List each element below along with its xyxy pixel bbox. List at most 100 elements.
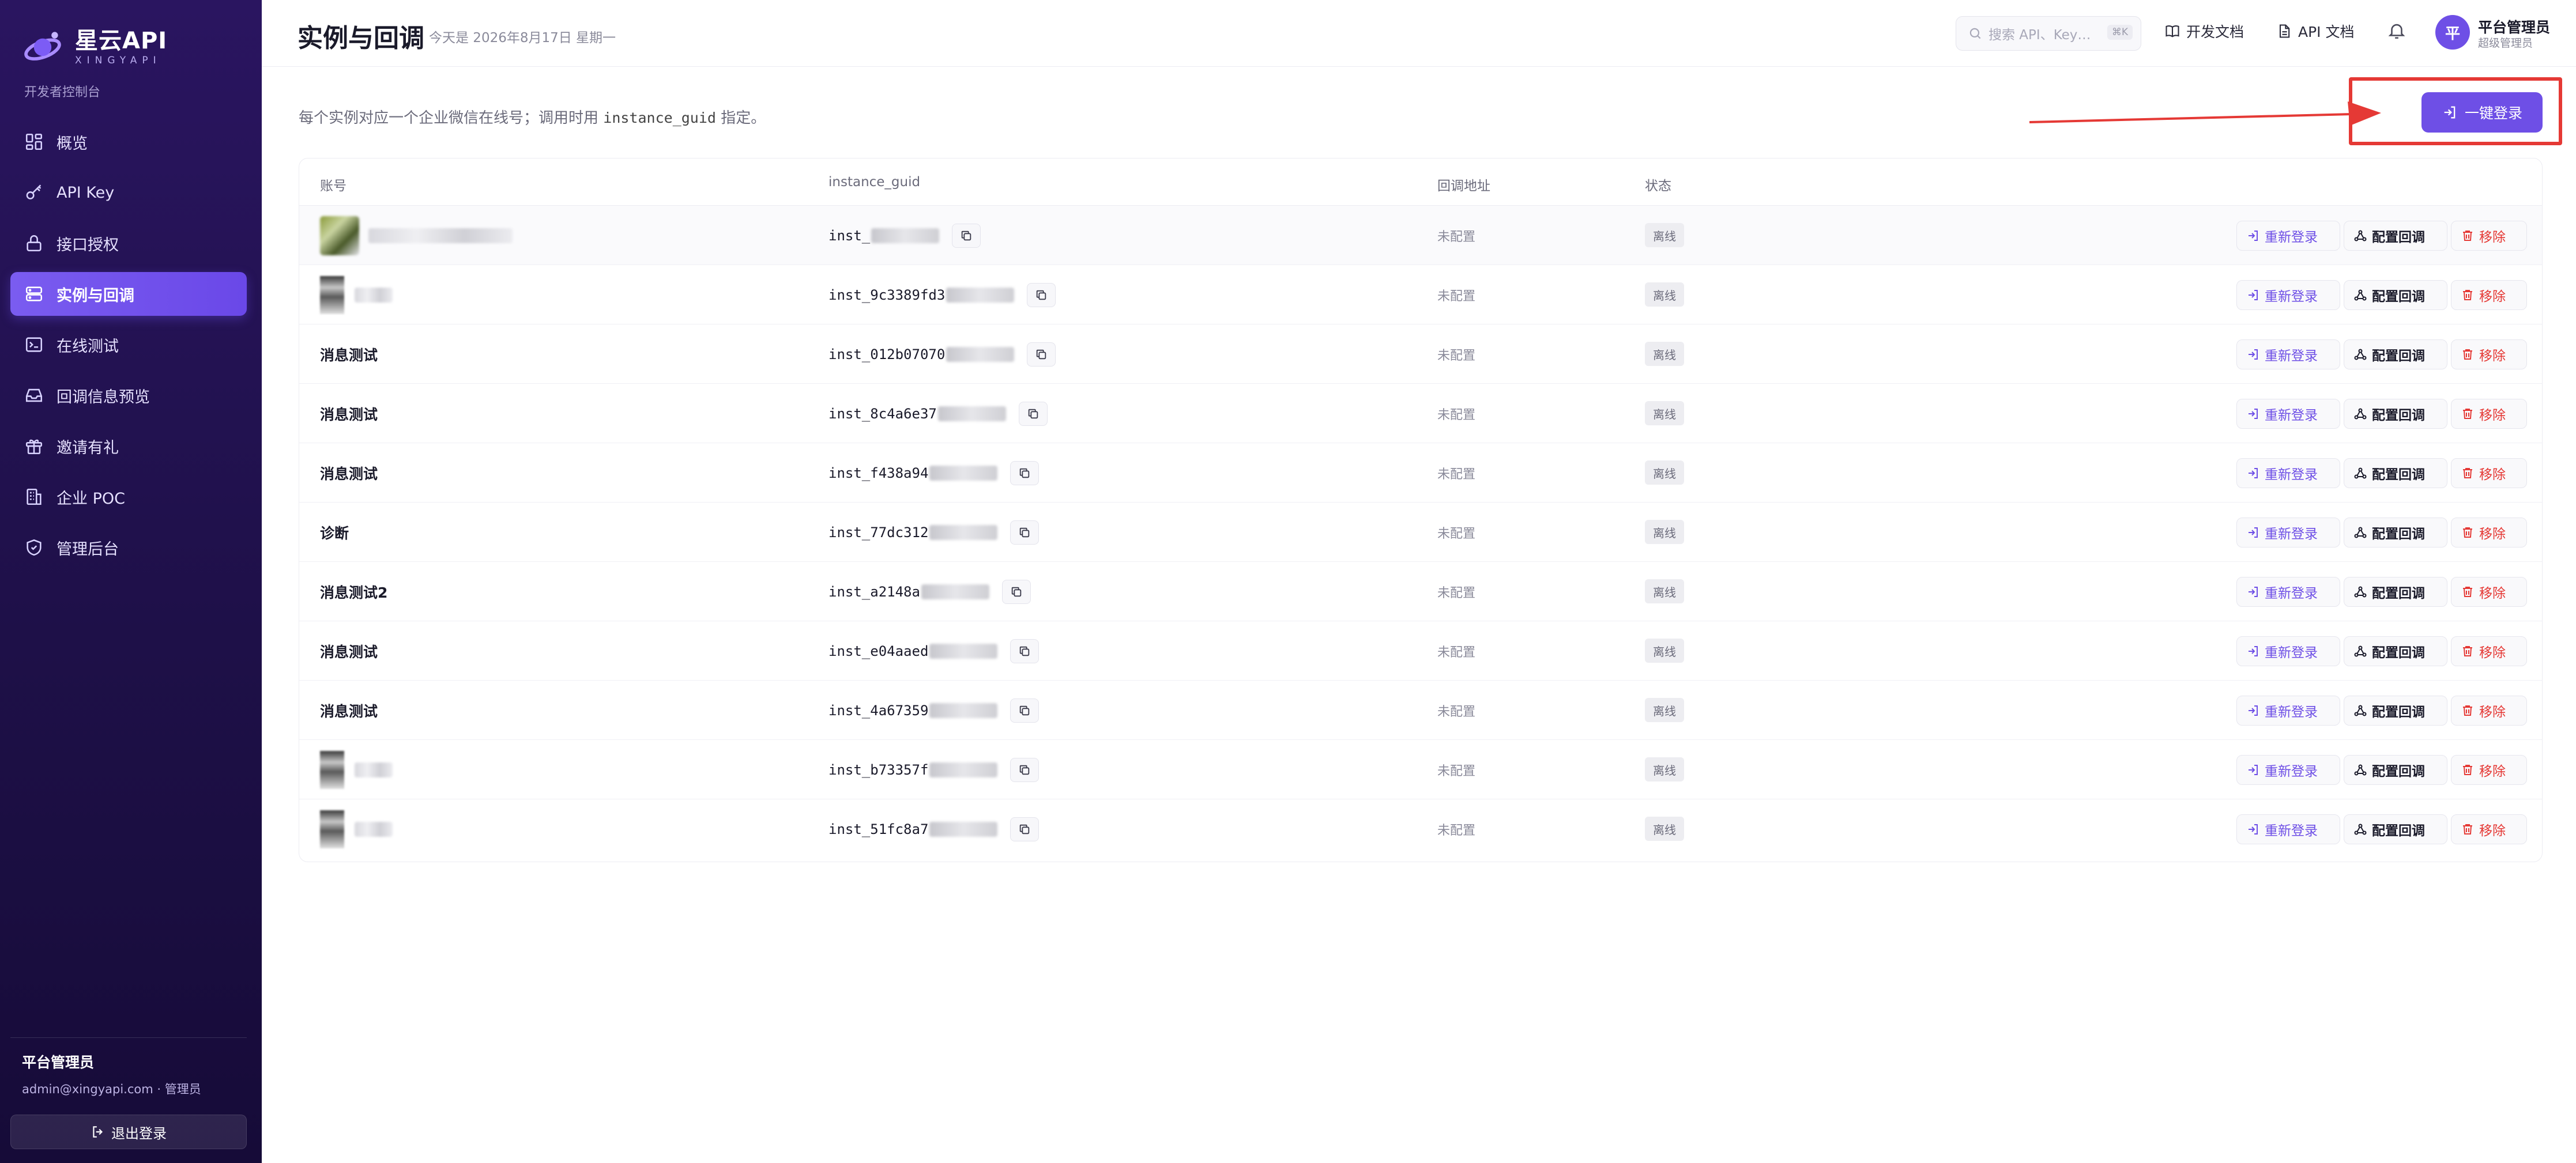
configure-callback-label: 配置回调 bbox=[2372, 645, 2425, 660]
callback-url: 未配置 bbox=[1437, 229, 1476, 244]
guid-redacted bbox=[929, 643, 998, 659]
sidebar: 星云API XINGYAPI 开发者控制台 概览 API Key 接口授权 实例… bbox=[0, 0, 262, 1163]
configure-callback-button[interactable]: 配置回调 bbox=[2344, 339, 2447, 369]
remove-button[interactable]: 移除 bbox=[2451, 577, 2527, 607]
search-shortcut: ⌘K bbox=[2107, 25, 2133, 40]
guid-cell: inst_9c3389fd3 bbox=[828, 265, 1056, 324]
dev-docs-link[interactable]: 开发文档 bbox=[2164, 21, 2244, 41]
copy-guid-button[interactable] bbox=[1018, 401, 1048, 426]
sidebar-item-overview[interactable]: 概览 bbox=[10, 120, 247, 164]
sidebar-item-online-test[interactable]: 在线测试 bbox=[10, 323, 247, 367]
remove-label: 移除 bbox=[2479, 586, 2506, 601]
table-row: 消息测试 inst_e04aaed 未配置 离线 重新登录 配置回调 移除 bbox=[299, 621, 2542, 681]
copy-guid-button[interactable] bbox=[952, 223, 981, 248]
search-input[interactable]: 搜索 API、Key… ⌘K bbox=[1956, 16, 2141, 51]
copy-guid-button[interactable] bbox=[1001, 579, 1031, 604]
copy-guid-button[interactable] bbox=[1010, 817, 1040, 841]
sidebar-item-enterprise-poc[interactable]: 企业 POC bbox=[10, 475, 247, 519]
configure-callback-button[interactable]: 配置回调 bbox=[2344, 518, 2447, 547]
copy-guid-button[interactable] bbox=[1010, 757, 1040, 782]
one-click-login-button[interactable]: 一键登录 bbox=[2421, 92, 2543, 133]
status-badge: 离线 bbox=[1645, 579, 1684, 603]
instances-table: 账号 instance_guid 回调地址 状态 inst_ 未配置 离线 重新… bbox=[299, 158, 2543, 862]
logout-button[interactable]: 退出登录 bbox=[10, 1115, 247, 1149]
account-cell bbox=[320, 740, 393, 799]
configure-callback-button[interactable]: 配置回调 bbox=[2344, 399, 2447, 429]
remove-button[interactable]: 移除 bbox=[2451, 636, 2527, 666]
copy-guid-button[interactable] bbox=[1027, 282, 1056, 307]
building-icon bbox=[27, 488, 42, 505]
bell-icon[interactable] bbox=[2387, 21, 2406, 40]
remove-label: 移除 bbox=[2479, 824, 2506, 839]
status-badge: 离线 bbox=[1645, 223, 1684, 247]
relogin-button[interactable]: 重新登录 bbox=[2236, 518, 2340, 547]
table-header: 账号 instance_guid 回调地址 状态 bbox=[299, 158, 2542, 206]
configure-callback-button[interactable]: 配置回调 bbox=[2344, 221, 2447, 251]
configure-callback-button[interactable]: 配置回调 bbox=[2344, 814, 2447, 844]
login-icon bbox=[2249, 824, 2258, 835]
relogin-button[interactable]: 重新登录 bbox=[2236, 399, 2340, 429]
sidebar-item-label: API Key bbox=[57, 183, 115, 202]
table-row: 消息测试 inst_f438a94 未配置 离线 重新登录 配置回调 移除 bbox=[299, 443, 2542, 503]
relogin-button[interactable]: 重新登录 bbox=[2236, 696, 2340, 726]
remove-button[interactable]: 移除 bbox=[2451, 518, 2527, 547]
remove-button[interactable]: 移除 bbox=[2451, 399, 2527, 429]
remove-button[interactable]: 移除 bbox=[2451, 458, 2527, 488]
sidebar-item-auth[interactable]: 接口授权 bbox=[10, 221, 247, 265]
guid-redacted bbox=[937, 406, 1006, 421]
account-cell bbox=[320, 799, 393, 859]
copy-guid-button[interactable] bbox=[1010, 520, 1040, 545]
login-icon bbox=[2249, 646, 2258, 656]
header-user-name: 平台管理员 bbox=[2478, 19, 2551, 36]
copy-guid-button[interactable] bbox=[1027, 342, 1056, 367]
relogin-button[interactable]: 重新登录 bbox=[2236, 221, 2340, 251]
copy-guid-button[interactable] bbox=[1010, 460, 1040, 485]
remove-label: 移除 bbox=[2479, 705, 2506, 720]
copy-icon bbox=[1037, 290, 1046, 300]
sidebar-item-callback-preview[interactable]: 回调信息预览 bbox=[10, 373, 247, 417]
relogin-button[interactable]: 重新登录 bbox=[2236, 814, 2340, 844]
sidebar-item-admin[interactable]: 管理后台 bbox=[10, 526, 247, 569]
status-badge: 离线 bbox=[1645, 401, 1684, 425]
relogin-button[interactable]: 重新登录 bbox=[2236, 458, 2340, 488]
relogin-label: 重新登录 bbox=[2265, 289, 2318, 304]
book-icon bbox=[2166, 25, 2179, 37]
configure-callback-label: 配置回调 bbox=[2372, 467, 2425, 482]
relogin-button[interactable]: 重新登录 bbox=[2236, 339, 2340, 369]
remove-button[interactable]: 移除 bbox=[2451, 221, 2527, 251]
configure-callback-label: 配置回调 bbox=[2372, 349, 2425, 364]
guid-redacted bbox=[929, 703, 998, 718]
account-avatar-redacted bbox=[320, 810, 344, 848]
trash-icon bbox=[2463, 527, 2472, 538]
configure-callback-button[interactable]: 配置回调 bbox=[2344, 280, 2447, 310]
configure-callback-button[interactable]: 配置回调 bbox=[2344, 577, 2447, 607]
sidebar-item-instances[interactable]: 实例与回调 bbox=[10, 272, 247, 316]
remove-button[interactable]: 移除 bbox=[2451, 280, 2527, 310]
configure-callback-button[interactable]: 配置回调 bbox=[2344, 755, 2447, 785]
sidebar-item-invite[interactable]: 邀请有礼 bbox=[10, 424, 247, 468]
trash-icon bbox=[2463, 705, 2472, 716]
remove-button[interactable]: 移除 bbox=[2451, 696, 2527, 726]
instance-guid: inst_a2148a bbox=[828, 583, 920, 600]
relogin-label: 重新登录 bbox=[2265, 764, 2318, 779]
copy-icon bbox=[962, 231, 971, 240]
relogin-button[interactable]: 重新登录 bbox=[2236, 636, 2340, 666]
copy-guid-button[interactable] bbox=[1010, 639, 1040, 663]
column-header-callback: 回调地址 bbox=[1437, 179, 1490, 194]
sidebar-item-api-key[interactable]: API Key bbox=[10, 171, 247, 214]
relogin-button[interactable]: 重新登录 bbox=[2236, 280, 2340, 310]
configure-callback-button[interactable]: 配置回调 bbox=[2344, 696, 2447, 726]
remove-button[interactable]: 移除 bbox=[2451, 755, 2527, 785]
configure-callback-button[interactable]: 配置回调 bbox=[2344, 636, 2447, 666]
api-docs-link[interactable]: API 文档 bbox=[2276, 21, 2355, 41]
configure-callback-button[interactable]: 配置回调 bbox=[2344, 458, 2447, 488]
status-badge: 离线 bbox=[1645, 698, 1684, 722]
relogin-button[interactable]: 重新登录 bbox=[2236, 577, 2340, 607]
brand[interactable]: 星云API XINGYAPI bbox=[21, 25, 167, 69]
remove-button[interactable]: 移除 bbox=[2451, 814, 2527, 844]
avatar[interactable]: 平 bbox=[2435, 15, 2470, 50]
remove-button[interactable]: 移除 bbox=[2451, 339, 2527, 369]
api-docs-label: API 文档 bbox=[2298, 24, 2355, 40]
copy-guid-button[interactable] bbox=[1010, 698, 1040, 723]
relogin-button[interactable]: 重新登录 bbox=[2236, 755, 2340, 785]
